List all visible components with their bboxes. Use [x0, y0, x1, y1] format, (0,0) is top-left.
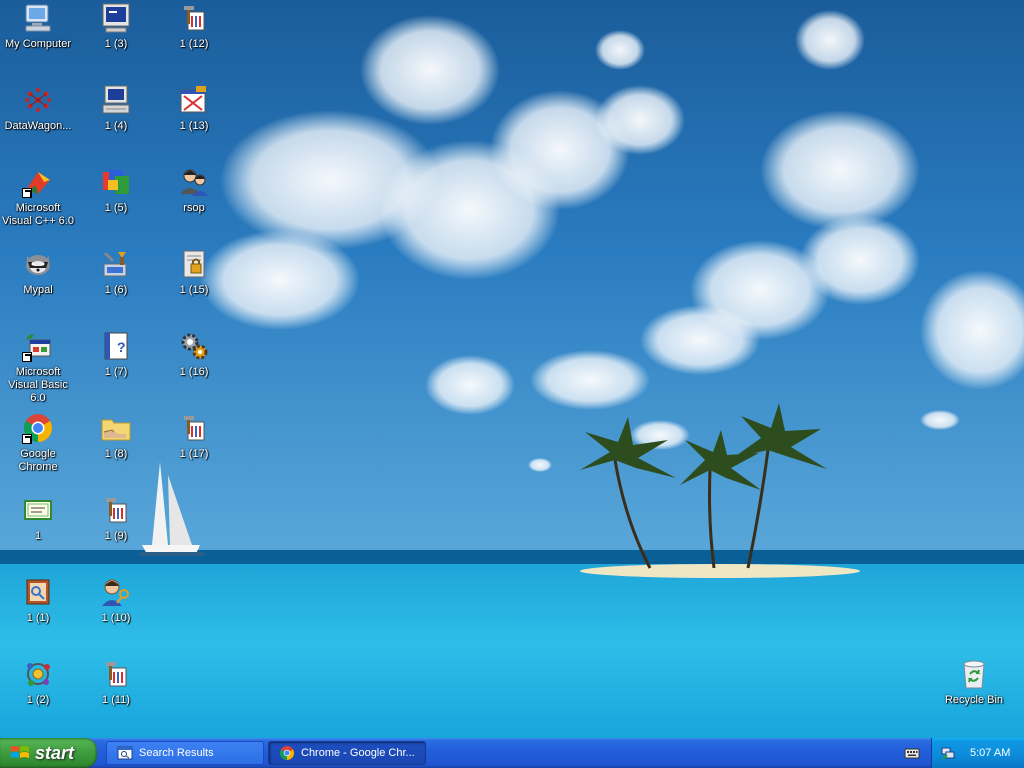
chrome-icon — [280, 746, 294, 760]
taskbar-button-label: Chrome - Google Chr... — [301, 747, 415, 759]
desktop-icon-visual-cpp[interactable]: Microsoft Visual C++ 6.0 — [0, 166, 76, 248]
desktop-icon-1-11[interactable]: 1 (11) — [78, 658, 154, 738]
window-edit-icon — [178, 84, 210, 116]
tool-icon — [178, 2, 210, 34]
desktop-icon-1-16[interactable]: 1 (16) — [156, 330, 232, 412]
desktop-icon-label: Microsoft Visual C++ 6.0 — [2, 202, 74, 227]
desktop-icon-label: 1 (11) — [102, 694, 130, 706]
desktop[interactable]: My Computer DataWagon... Microsoft Visua… — [0, 0, 1024, 738]
desktop-icon-label: 1 (12) — [179, 38, 209, 50]
chrome-icon — [22, 412, 54, 444]
computer-icon — [100, 84, 132, 116]
desktop-icon-1-12[interactable]: 1 (12) — [156, 2, 232, 84]
desktop-icon-label: My Computer — [4, 38, 72, 50]
desktop-icon-1-7[interactable]: ? 1 (7) — [78, 330, 154, 412]
desktop-icon-1-5[interactable]: 1 (5) — [78, 166, 154, 248]
svg-text:?: ? — [117, 339, 126, 355]
desktop-icon-1-8[interactable]: 1 (8) — [78, 412, 154, 494]
desktop-icon-label: rsop — [183, 202, 205, 214]
desktop-icon-label: 1 (10) — [101, 612, 131, 624]
desktop-icon-1-10[interactable]: 1 (10) — [78, 576, 154, 658]
desktop-icon-label: Microsoft Visual Basic 6.0 — [8, 366, 68, 404]
desktop-icon-1-17[interactable]: 1 (17) — [156, 412, 232, 494]
desktop-icon-label: 1 (7) — [104, 366, 128, 378]
users-icon — [178, 166, 210, 198]
desktop-icon-label: DataWagon... — [4, 120, 72, 132]
windows-logo-icon — [11, 746, 29, 758]
start-label: start — [35, 742, 75, 763]
visual-cpp-icon — [22, 166, 54, 198]
desktop-icon-label: 1 (2) — [26, 694, 50, 706]
computer-icon — [100, 2, 132, 34]
desktop-icon-google-chrome[interactable]: Google Chrome — [0, 412, 76, 494]
help-file-icon: ? — [100, 330, 132, 362]
network-status-icon[interactable] — [940, 745, 956, 761]
recycle-bin-icon — [958, 658, 990, 690]
installer-icon — [100, 166, 132, 198]
shared-folder-icon — [100, 412, 132, 444]
keyboard-icon[interactable] — [904, 745, 920, 761]
user-key-icon — [100, 576, 132, 608]
desktop-icon-label: 1 (3) — [104, 38, 128, 50]
desktop-icon-1-4[interactable]: 1 (4) — [78, 84, 154, 166]
desktop-icon-1-13[interactable]: 1 (13) — [156, 84, 232, 166]
desktop-icon-label: 1 (17) — [179, 448, 209, 460]
tool-icon — [100, 494, 132, 526]
desktop-icon-visual-basic[interactable]: Microsoft Visual Basic 6.0 — [0, 330, 76, 412]
desktop-icon-label: 1 (6) — [104, 284, 128, 296]
desktop-icon-1-6[interactable]: 1 (6) — [78, 248, 154, 330]
desktop-icon-label: 1 (4) — [104, 120, 128, 132]
tool-icon — [100, 658, 132, 690]
desktop-icon-label: 1 (13) — [179, 120, 209, 132]
taskbar-button-search-results[interactable]: Search Results — [106, 741, 264, 765]
notification-area: 5:07 AM — [931, 738, 1024, 768]
desktop-icon-label: 1 — [34, 530, 42, 542]
start-button[interactable]: start — [0, 738, 97, 768]
tool-icon — [178, 412, 210, 444]
desktop-icon-datawagon[interactable]: DataWagon... — [0, 84, 76, 166]
desktop-icon-label: 1 (5) — [104, 202, 128, 214]
desktop-icon-1-9[interactable]: 1 (9) — [78, 494, 154, 576]
desktop-icon-1-2[interactable]: 1 (2) — [0, 658, 76, 738]
desktop-icon-1-1[interactable]: 1 (1) — [0, 576, 76, 658]
my-computer-icon — [22, 2, 54, 34]
desktop-icon-my-computer[interactable]: My Computer — [0, 2, 76, 84]
gears-icon — [178, 330, 210, 362]
secure-file-icon — [178, 248, 210, 280]
file-icon — [22, 576, 54, 608]
shortcut-arrow-icon — [22, 434, 32, 444]
taskbar-button-label: Search Results — [139, 747, 214, 759]
desktop-icon-label: Google Chrome — [18, 448, 58, 473]
clock[interactable]: 5:07 AM — [970, 747, 1010, 759]
desktop-icon-rsop[interactable]: rsop — [156, 166, 232, 248]
shortcut-arrow-icon — [22, 188, 32, 198]
taskbar-button-chrome[interactable]: Chrome - Google Chr... — [268, 741, 426, 765]
shortcut-arrow-icon — [22, 352, 32, 362]
desktop-icon-label: 1 (8) — [104, 448, 128, 460]
datawagon-icon — [22, 84, 54, 116]
certificate-icon — [22, 494, 54, 526]
desktop-icon-label: Recycle Bin — [944, 694, 1004, 706]
desktop-icon-recycle-bin[interactable]: Recycle Bin — [936, 658, 1012, 738]
desktop-icon-1[interactable]: 1 — [0, 494, 76, 576]
network-icon — [22, 658, 54, 690]
taskbar: start Search Results Chrome - Google Chr… — [0, 738, 1024, 768]
mypal-icon — [22, 248, 54, 280]
desktop-icon-1-3[interactable]: 1 (3) — [78, 2, 154, 84]
visual-basic-icon — [22, 330, 54, 362]
tools-icon — [100, 248, 132, 280]
desktop-icon-label: Mypal — [23, 284, 53, 296]
desktop-icon-label: 1 (16) — [179, 366, 209, 378]
desktop-icon-mypal[interactable]: Mypal — [0, 248, 76, 330]
desktop-icon-label: 1 (9) — [104, 530, 128, 542]
search-results-icon — [117, 746, 133, 760]
desktop-icon-label: 1 (15) — [179, 284, 209, 296]
desktop-icon-1-15[interactable]: 1 (15) — [156, 248, 232, 330]
desktop-icon-label: 1 (1) — [26, 612, 50, 624]
